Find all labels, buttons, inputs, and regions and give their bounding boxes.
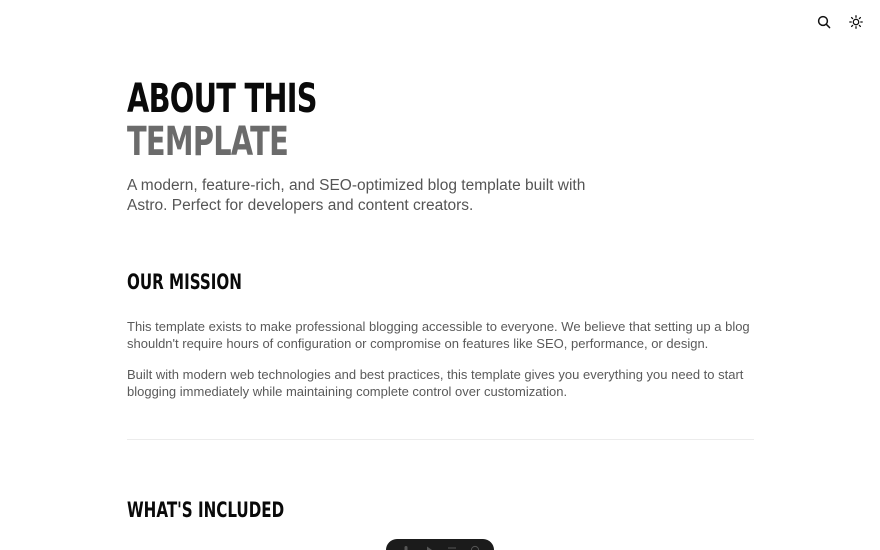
mission-paragraph-2: Built with modern web technologies and b… [127, 367, 744, 399]
main-content: About this Template A modern, feature-ri… [127, 0, 754, 522]
floating-dock [386, 539, 494, 550]
page-title: About this Template [127, 78, 458, 164]
globe-icon[interactable] [470, 545, 480, 550]
page-title-line1: About this [127, 76, 318, 122]
about-page: About this Template A modern, feature-ri… [0, 0, 880, 550]
menu-icon[interactable] [447, 545, 457, 550]
theme-toggle-button[interactable] [846, 12, 866, 32]
mic-icon[interactable] [401, 545, 411, 550]
play-icon[interactable] [424, 545, 434, 550]
sun-icon [849, 15, 863, 29]
mission-heading: Our Mission [127, 270, 242, 294]
page-subtitle: A modern, feature-rich, and SEO-optimize… [127, 177, 586, 214]
page-title-line2: Template [127, 119, 289, 165]
search-icon [817, 15, 831, 29]
search-button[interactable] [814, 12, 834, 32]
section-divider [127, 439, 754, 440]
mission-paragraph-1: This template exists to make professiona… [127, 319, 750, 351]
top-actions [814, 12, 866, 32]
included-heading: What's Included [127, 498, 285, 522]
